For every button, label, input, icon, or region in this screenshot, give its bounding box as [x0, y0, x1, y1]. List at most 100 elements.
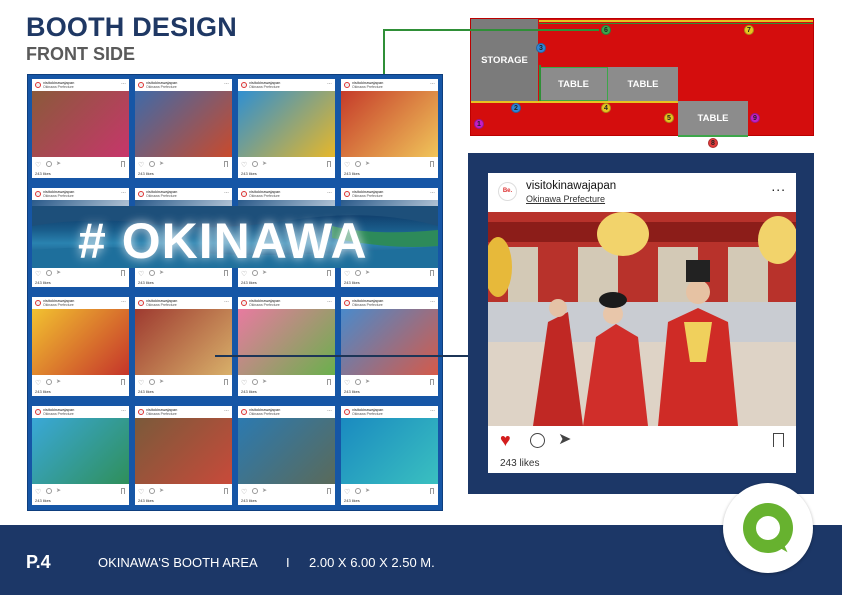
- post-send-icon[interactable]: ➤: [159, 487, 164, 494]
- post-send-icon[interactable]: ➤: [56, 269, 61, 276]
- like-heart-icon[interactable]: ♥: [500, 430, 511, 451]
- post-heart-icon[interactable]: ♡: [344, 379, 350, 387]
- post-more-icon[interactable]: …: [327, 80, 332, 86]
- post-more-icon[interactable]: …: [224, 80, 229, 86]
- location-link[interactable]: Okinawa Prefecture: [526, 194, 605, 204]
- share-send-icon[interactable]: ➤: [558, 429, 571, 449]
- post-send-icon[interactable]: ➤: [262, 487, 267, 494]
- post-send-icon[interactable]: ➤: [365, 160, 370, 167]
- post-more-icon[interactable]: …: [121, 298, 126, 304]
- post-bookmark-icon[interactable]: [224, 270, 228, 276]
- post-tile[interactable]: visitokinawajapan Okinawa Prefecture… ♡ ➤ 24…: [135, 406, 232, 505]
- post-heart-icon[interactable]: ♡: [241, 161, 247, 169]
- post-send-icon[interactable]: ➤: [365, 269, 370, 276]
- post-send-icon[interactable]: ➤: [262, 269, 267, 276]
- post-comment-icon[interactable]: [149, 270, 155, 276]
- post-heart-icon[interactable]: ♡: [344, 488, 350, 496]
- bookmark-icon[interactable]: [773, 433, 784, 447]
- post-more-icon[interactable]: …: [430, 189, 435, 195]
- post-send-icon[interactable]: ➤: [159, 160, 164, 167]
- post-tile[interactable]: visitokinawajapan Okinawa Prefecture… ♡ ➤ 24…: [135, 79, 232, 178]
- post-comment-icon[interactable]: [46, 488, 52, 494]
- post-bookmark-icon[interactable]: [430, 379, 434, 385]
- post-heart-icon[interactable]: ♡: [138, 488, 144, 496]
- post-heart-icon[interactable]: ♡: [138, 379, 144, 387]
- post-bookmark-icon[interactable]: [121, 270, 125, 276]
- post-heart-icon[interactable]: ♡: [138, 161, 144, 169]
- post-send-icon[interactable]: ➤: [159, 269, 164, 276]
- post-send-icon[interactable]: ➤: [262, 160, 267, 167]
- post-tile[interactable]: visitokinawajapan Okinawa Prefecture… ♡ ➤ 24…: [238, 406, 335, 505]
- post-more-icon[interactable]: …: [327, 407, 332, 413]
- post-send-icon[interactable]: ➤: [159, 378, 164, 385]
- post-comment-icon[interactable]: [252, 488, 258, 494]
- post-more-icon[interactable]: …: [430, 298, 435, 304]
- post-send-icon[interactable]: ➤: [56, 160, 61, 167]
- post-tile[interactable]: visitokinawajapan Okinawa Prefecture… ♡ ➤ 24…: [238, 79, 335, 178]
- post-bookmark-icon[interactable]: [121, 488, 125, 494]
- post-bookmark-icon[interactable]: [327, 161, 331, 167]
- post-comment-icon[interactable]: [149, 379, 155, 385]
- post-heart-icon[interactable]: ♡: [35, 270, 41, 278]
- post-comment-icon[interactable]: [46, 270, 52, 276]
- post-more-icon[interactable]: …: [121, 189, 126, 195]
- post-bookmark-icon[interactable]: [121, 379, 125, 385]
- post-send-icon[interactable]: ➤: [56, 378, 61, 385]
- post-heart-icon[interactable]: ♡: [344, 161, 350, 169]
- post-send-icon[interactable]: ➤: [365, 378, 370, 385]
- post-tile[interactable]: visitokinawajapan Okinawa Prefecture… ♡ ➤ 24…: [341, 297, 438, 396]
- post-comment-icon[interactable]: [46, 161, 52, 167]
- account-name[interactable]: visitokinawajapan: [526, 180, 616, 192]
- post-more-icon[interactable]: …: [430, 407, 435, 413]
- post-bookmark-icon[interactable]: [121, 161, 125, 167]
- post-tile[interactable]: visitokinawajapan Okinawa Prefecture… ♡ ➤ 24…: [341, 406, 438, 505]
- post-more-icon[interactable]: …: [327, 298, 332, 304]
- post-comment-icon[interactable]: [355, 270, 361, 276]
- post-more-icon[interactable]: …: [224, 407, 229, 413]
- account-avatar[interactable]: Be.: [498, 182, 517, 201]
- post-bookmark-icon[interactable]: [224, 488, 228, 494]
- post-comment-icon[interactable]: [149, 161, 155, 167]
- post-tile[interactable]: visitokinawajapan Okinawa Prefecture… ♡ ➤ 24…: [238, 297, 335, 396]
- post-heart-icon[interactable]: ♡: [241, 488, 247, 496]
- post-comment-icon[interactable]: [355, 161, 361, 167]
- post-heart-icon[interactable]: ♡: [35, 488, 41, 496]
- post-bookmark-icon[interactable]: [224, 161, 228, 167]
- post-bookmark-icon[interactable]: [430, 161, 434, 167]
- post-heart-icon[interactable]: ♡: [138, 270, 144, 278]
- post-tile[interactable]: visitokinawajapan Okinawa Prefecture… ♡ ➤ 24…: [341, 79, 438, 178]
- post-bookmark-icon[interactable]: [327, 379, 331, 385]
- post-send-icon[interactable]: ➤: [262, 378, 267, 385]
- post-bookmark-icon[interactable]: [430, 488, 434, 494]
- more-options-icon[interactable]: ...: [771, 178, 786, 194]
- post-tile[interactable]: visitokinawajapan Okinawa Prefecture… ♡ ➤ 24…: [32, 297, 129, 396]
- post-comment-icon[interactable]: [149, 488, 155, 494]
- post-comment-icon[interactable]: [46, 379, 52, 385]
- post-more-icon[interactable]: …: [224, 189, 229, 195]
- post-heart-icon[interactable]: ♡: [35, 379, 41, 387]
- post-comment-icon[interactable]: [355, 488, 361, 494]
- post-tile[interactable]: visitokinawajapan Okinawa Prefecture… ♡ ➤ 24…: [32, 406, 129, 505]
- post-tile[interactable]: visitokinawajapan Okinawa Prefecture… ♡ ➤ 24…: [32, 79, 129, 178]
- post-comment-icon[interactable]: [252, 379, 258, 385]
- post-bookmark-icon[interactable]: [327, 270, 331, 276]
- post-comment-icon[interactable]: [252, 161, 258, 167]
- post-more-icon[interactable]: …: [121, 407, 126, 413]
- post-bookmark-icon[interactable]: [327, 488, 331, 494]
- post-comment-icon[interactable]: [355, 379, 361, 385]
- post-heart-icon[interactable]: ♡: [344, 270, 350, 278]
- comment-icon[interactable]: [530, 433, 545, 448]
- post-comment-icon[interactable]: [252, 270, 258, 276]
- post-heart-icon[interactable]: ♡: [241, 379, 247, 387]
- post-tile[interactable]: visitokinawajapan Okinawa Prefecture… ♡ ➤ 24…: [135, 297, 232, 396]
- post-more-icon[interactable]: …: [327, 189, 332, 195]
- post-heart-icon[interactable]: ♡: [35, 161, 41, 169]
- post-more-icon[interactable]: …: [121, 80, 126, 86]
- post-heart-icon[interactable]: ♡: [241, 270, 247, 278]
- post-send-icon[interactable]: ➤: [365, 487, 370, 494]
- post-bookmark-icon[interactable]: [224, 379, 228, 385]
- post-bookmark-icon[interactable]: [430, 270, 434, 276]
- post-more-icon[interactable]: …: [430, 80, 435, 86]
- post-more-icon[interactable]: …: [224, 298, 229, 304]
- post-send-icon[interactable]: ➤: [56, 487, 61, 494]
